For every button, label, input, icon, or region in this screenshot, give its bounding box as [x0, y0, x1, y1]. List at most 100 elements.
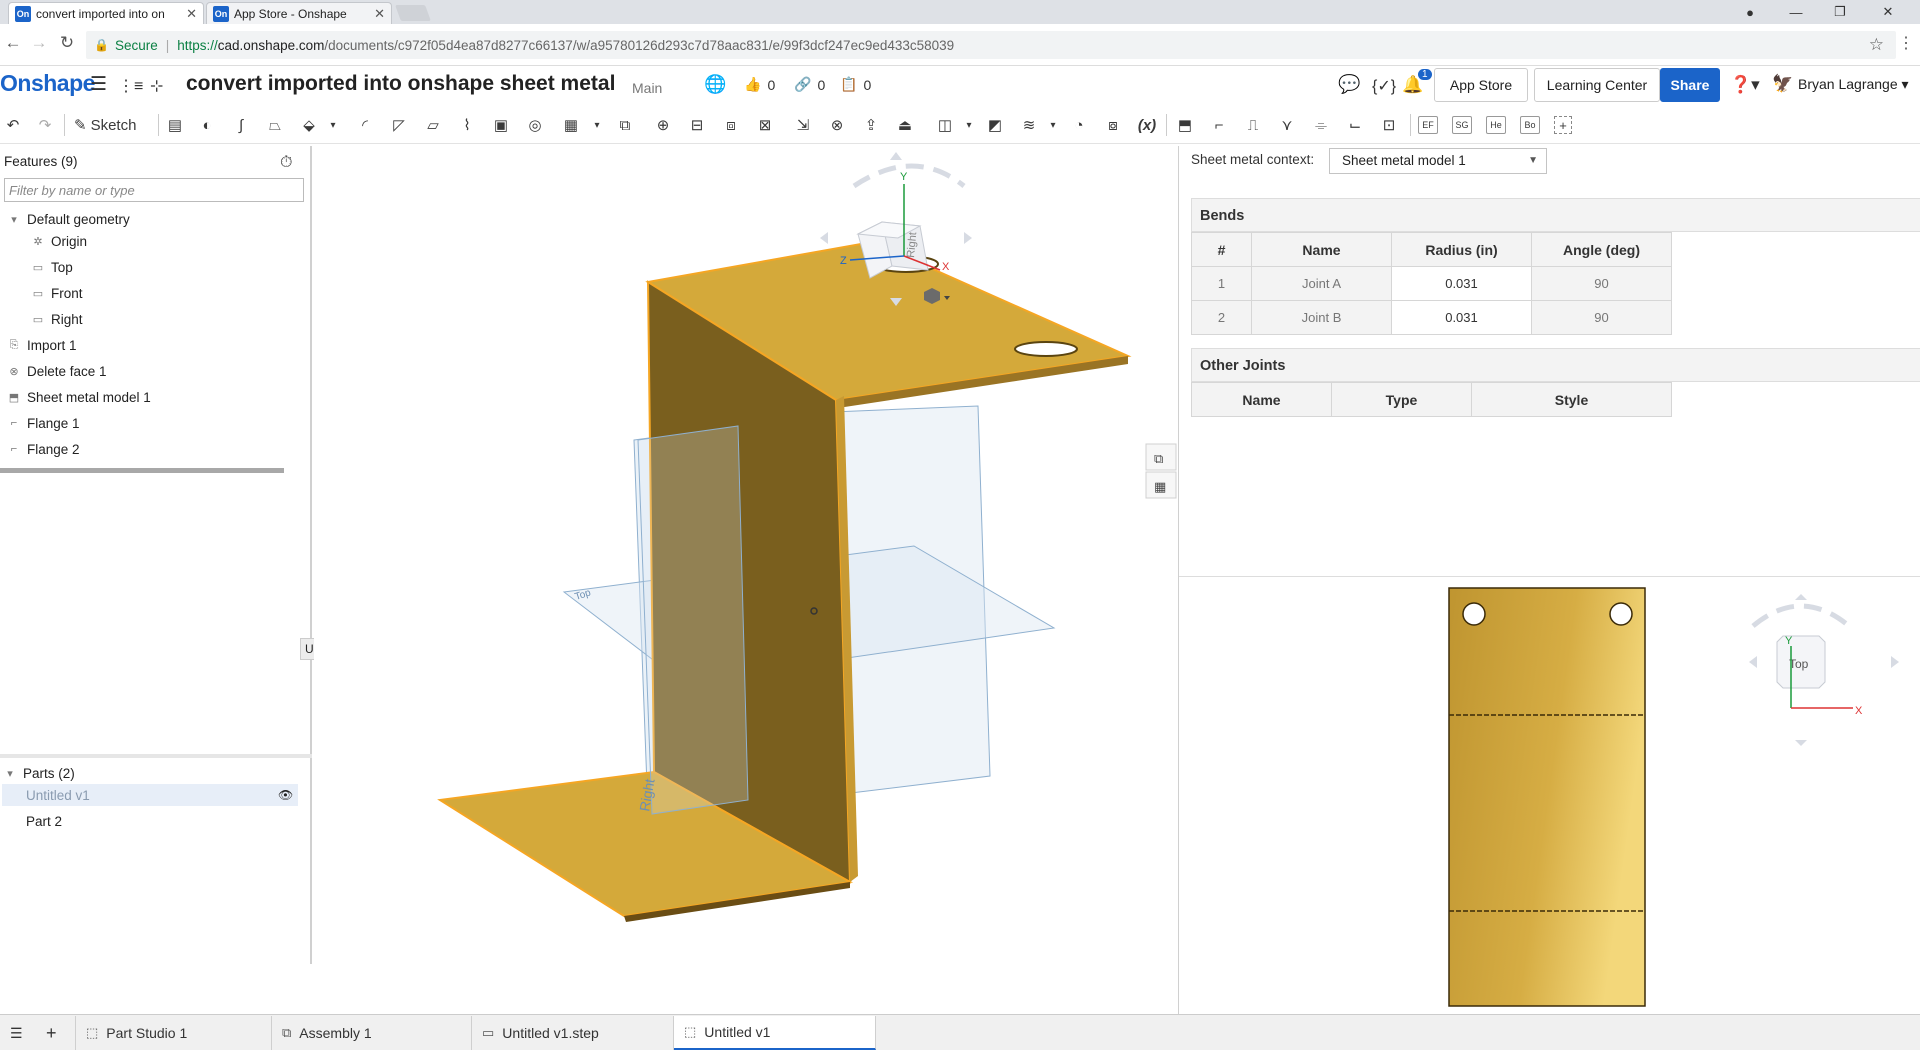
avatar[interactable]: 🦅	[1772, 74, 1793, 94]
thicken-icon[interactable]: ⬙	[298, 114, 320, 136]
view-cube-up-arrow[interactable]	[890, 152, 902, 160]
flat-view-left-arrow[interactable]	[1749, 656, 1757, 668]
close-window-icon[interactable]: ✕	[1866, 0, 1910, 24]
table-row[interactable]: 1 Joint A 0.031 90	[1191, 266, 1672, 301]
bend-radius-field[interactable]: 0.031	[1391, 266, 1532, 301]
copies-count[interactable]: 📋 0	[840, 76, 871, 93]
tab-manager-icon[interactable]: ☰	[0, 1016, 36, 1050]
delete-face-icon[interactable]: ⊗	[826, 114, 848, 136]
learning-center-button[interactable]: Learning Center	[1534, 68, 1660, 102]
variable-icon[interactable]: (x)	[1136, 114, 1158, 136]
top-flange-hole-2[interactable]	[1014, 341, 1078, 357]
tree-item-sheet-metal-model-1[interactable]: ⬒ Sheet metal model 1	[8, 386, 151, 408]
extrude-icon[interactable]: ▤	[164, 114, 186, 136]
tab-untitled-v1[interactable]: ⬚ Untitled v1	[674, 1016, 876, 1050]
restore-icon[interactable]: ❐	[1818, 0, 1862, 24]
flat-view-cube[interactable]: Top Y X	[1749, 594, 1899, 746]
app-store-button[interactable]: App Store	[1434, 68, 1528, 102]
tab-untitled-v1-step[interactable]: ▭ Untitled v1.step	[472, 1016, 674, 1050]
links-count[interactable]: 🔗 0	[794, 76, 825, 93]
onshape-logo[interactable]: Onshape	[0, 70, 95, 97]
tree-item-default-geometry[interactable]: ▾ Default geometry	[8, 208, 130, 230]
tree-item-origin[interactable]: ✲ Origin	[32, 230, 87, 252]
sketch-button[interactable]: ✎ Sketch	[74, 114, 136, 136]
more-dropdown-icon[interactable]: ▾	[322, 114, 344, 136]
redo-icon[interactable]: ↷	[34, 114, 56, 136]
chamfer-icon[interactable]: ◸	[388, 114, 410, 136]
featurescript-icon[interactable]: {✓}	[1372, 76, 1396, 96]
model-canvas[interactable]: Right Top Right Y Z X ⧉ ▦	[314, 146, 1178, 1014]
panel-resize-divider[interactable]	[0, 754, 312, 758]
flat-view-rotate-arc[interactable]	[1751, 603, 1851, 628]
flat-pattern-hole-2[interactable]	[1609, 602, 1633, 626]
move-face-icon[interactable]: ⇲	[792, 114, 814, 136]
rib-icon[interactable]: ⌇	[456, 114, 478, 136]
tree-item-top[interactable]: ▭ Top	[32, 256, 73, 278]
likes-count[interactable]: 👍 0	[744, 76, 775, 93]
bend-icon[interactable]: ⋎	[1276, 114, 1298, 136]
tab-assembly-1[interactable]: ⧉ Assembly 1	[272, 1016, 472, 1050]
share-button[interactable]: Share	[1660, 68, 1720, 102]
rollback-timer-icon[interactable]: ⏱	[280, 154, 292, 172]
tab-part-studio-1[interactable]: ⬚ Part Studio 1	[76, 1016, 272, 1050]
boolean-icon[interactable]: ⊕	[652, 114, 674, 136]
user-menu[interactable]: Bryan Lagrange ▾	[1798, 76, 1909, 93]
feature-list-icon[interactable]: ⋮≡	[118, 76, 143, 96]
back-icon[interactable]: ←	[0, 33, 26, 53]
more-dropdown-icon[interactable]: ▾	[586, 114, 608, 136]
finish-sheet-metal-icon[interactable]: ⊡	[1378, 114, 1400, 136]
shell-icon[interactable]: ▣	[490, 114, 512, 136]
more-dropdown-icon[interactable]: ▾	[958, 114, 980, 136]
custom-feature-sg-button[interactable]: SG	[1452, 116, 1472, 134]
form-icon[interactable]: ⌯	[1310, 114, 1332, 136]
mate-connector-icon[interactable]: ◩	[984, 114, 1006, 136]
view-cube-rotate-arc[interactable]	[852, 163, 966, 189]
custom-feature-ef-button[interactable]: EF	[1418, 116, 1438, 134]
tree-item-front[interactable]: ▭ Front	[32, 282, 83, 304]
globe-icon[interactable]: 🌐	[704, 74, 726, 95]
custom-feature-he-button[interactable]: He	[1486, 116, 1506, 134]
add-custom-feature-icon[interactable]: +	[1554, 116, 1572, 134]
close-tab-icon[interactable]: ✕	[186, 6, 197, 22]
custom-feature-bo-button[interactable]: Bo	[1520, 116, 1540, 134]
helix-icon[interactable]: ≋	[1018, 114, 1040, 136]
bend-radius-field[interactable]: 0.031	[1391, 300, 1532, 335]
graphics-viewport[interactable]: Right Top Right Y Z X ⧉ ▦	[314, 146, 1178, 1014]
more-dropdown-icon[interactable]: ▾	[1042, 114, 1064, 136]
forward-icon[interactable]: →	[26, 33, 52, 53]
browser-menu-icon[interactable]: ⋮	[1898, 33, 1914, 53]
url-input[interactable]: 🔒 Secure | https://cad.onshape.com/docum…	[86, 31, 1896, 59]
pattern-icon[interactable]: ▦	[560, 114, 582, 136]
flat-view-down-arrow[interactable]	[1795, 740, 1807, 746]
feature-filter-input[interactable]: Filter by name or type	[4, 178, 304, 202]
loft-icon[interactable]: ⏢	[264, 114, 286, 136]
flat-view-right-arrow[interactable]	[1891, 656, 1899, 668]
mirror-icon[interactable]: ⧉	[614, 114, 636, 136]
document-title[interactable]: convert imported into onshape sheet meta…	[186, 72, 615, 96]
plane-icon[interactable]: ◫	[934, 114, 956, 136]
feature-list-scrollbar[interactable]	[0, 468, 284, 473]
sheet-metal-context-select[interactable]: Sheet metal model 1 ▼	[1329, 148, 1547, 174]
browser-tab-app-store[interactable]: On App Store - Onshape ✕	[206, 2, 392, 24]
flat-pattern-view[interactable]: Top Y X	[1179, 578, 1920, 1014]
hole-icon[interactable]: ◎	[524, 114, 546, 136]
configure-icon[interactable]: ⧇	[1102, 114, 1124, 136]
profile-icon[interactable]: ●	[1728, 0, 1772, 24]
sweep-icon[interactable]: ∫	[230, 114, 252, 136]
corner-icon[interactable]: ⌙	[1344, 114, 1366, 136]
parts-list-header[interactable]: ▾ Parts (2)	[4, 762, 75, 784]
part-item-untitled-v1[interactable]: Untitled v1	[26, 784, 90, 806]
add-tab-icon[interactable]: +	[36, 1016, 76, 1050]
flat-view-up-arrow[interactable]	[1795, 594, 1807, 600]
view-cube-left-arrow[interactable]	[820, 232, 828, 244]
tree-item-delete-face-1[interactable]: ⊗ Delete face 1	[8, 360, 106, 382]
transform-icon[interactable]: ⧈	[720, 114, 742, 136]
table-row[interactable]: 2 Joint B 0.031 90	[1191, 300, 1672, 335]
browser-tab-onshape-doc[interactable]: On convert imported into on ✕	[8, 2, 204, 24]
hide-part-eye-icon[interactable]: 👁	[278, 784, 293, 806]
minimize-icon[interactable]: —	[1774, 0, 1818, 24]
insert-icon[interactable]: ⊹	[150, 76, 163, 96]
split-icon[interactable]: ⊟	[686, 114, 708, 136]
hamburger-menu-icon[interactable]: ☰	[90, 73, 107, 96]
view-cube-right-arrow[interactable]	[964, 232, 972, 244]
